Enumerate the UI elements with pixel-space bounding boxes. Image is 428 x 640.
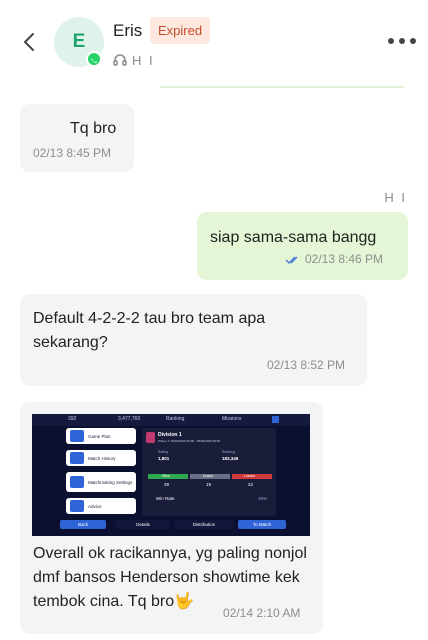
- message-text: Default 4-2-2-2 tau bro team apa sekaran…: [33, 310, 266, 351]
- message-incoming[interactable]: Default 4-2-2-2 tau bro team apa sekaran…: [20, 294, 367, 386]
- coin-count: 392: [68, 416, 77, 422]
- ranking-label: Ranking: [222, 450, 235, 454]
- losses-label: Losses: [244, 474, 256, 478]
- message-outgoing[interactable]: siap sama-sama bangg 02/13 8:46 PM: [197, 212, 408, 280]
- message-incoming-image[interactable]: 392 3,477,760 Ranking Missions Game Plan…: [20, 402, 323, 634]
- ranking-tab: Ranking: [166, 416, 185, 422]
- rating-value: 1,801: [158, 456, 170, 461]
- division-phase: Phase 7: 05/02/2026 09:00 - 05/03/2026 0…: [158, 439, 221, 443]
- game-menu-item: Matchmaking Settings: [66, 472, 136, 492]
- message-time: 02/14 2:10 AM: [223, 606, 301, 620]
- agent-initials: H I: [132, 52, 155, 68]
- assigned-agent: H I: [112, 52, 155, 68]
- divider: [160, 86, 404, 88]
- missions-tab: Missions: [222, 416, 242, 422]
- game-menu-item: Game Plan: [66, 428, 136, 444]
- division-panel: Division 1 Phase 7: 05/02/2026 09:00 - 0…: [142, 428, 276, 516]
- game-menu-item: Match History: [66, 450, 136, 466]
- message-time: 02/13 8:45 PM: [33, 146, 112, 160]
- message-time: 02/13 8:46 PM: [305, 252, 384, 266]
- sender-name: H I: [384, 190, 407, 205]
- game-details-button: Details: [116, 520, 170, 529]
- home-icon: [272, 416, 279, 423]
- game-to-match-button: To Match: [238, 520, 286, 529]
- status-badge: Expired: [150, 17, 211, 44]
- game-distribution-button: Distribution: [174, 520, 234, 529]
- message-time: 02/13 8:52 PM: [267, 358, 346, 372]
- back-arrow-icon[interactable]: [18, 30, 42, 54]
- win-rate-label: Win Rate: [156, 496, 175, 501]
- rating-label: Rating: [158, 450, 169, 454]
- game-screenshot-image[interactable]: 392 3,477,760 Ranking Missions Game Plan…: [32, 414, 310, 536]
- win-rate-value: 49%: [258, 496, 268, 501]
- message-text: siap sama-sama bangg: [210, 229, 377, 246]
- gp-count: 3,477,760: [118, 416, 141, 422]
- headset-icon: [113, 54, 127, 66]
- wins-value: 39: [164, 482, 170, 487]
- game-menu-item: Advice: [66, 498, 136, 514]
- message-incoming[interactable]: Tq bro 02/13 8:45 PM: [20, 104, 134, 172]
- draws-value: 19: [206, 482, 212, 487]
- message-text: Overall ok racikannya, yg paling nonjol …: [33, 545, 307, 610]
- draws-label: Draws: [203, 474, 213, 478]
- losses-value: 22: [248, 482, 254, 487]
- double-check-icon: [285, 256, 298, 264]
- wins-label: Wins: [162, 474, 170, 478]
- message-text: Tq bro: [70, 120, 117, 137]
- whatsapp-icon: [86, 51, 102, 67]
- ranking-value: 183,346: [222, 456, 239, 461]
- chat-header: E Eris Expired H I: [0, 0, 428, 88]
- division-shield-icon: [146, 432, 155, 443]
- more-options-icon[interactable]: [386, 33, 418, 49]
- contact-name: Eris: [113, 21, 143, 40]
- game-back-button: Back: [60, 520, 106, 529]
- division-name: Division 1: [158, 432, 182, 438]
